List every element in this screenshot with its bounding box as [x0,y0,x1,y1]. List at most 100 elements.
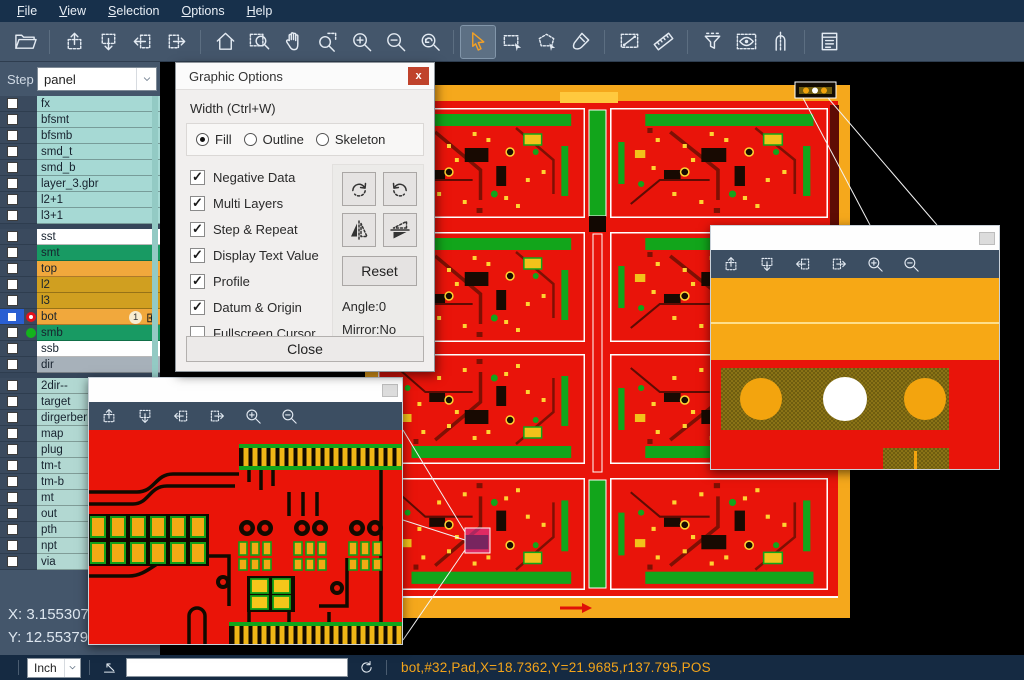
poly-select-icon[interactable] [529,26,563,58]
layer-row-top[interactable]: top [0,261,160,277]
layer-row-bot[interactable]: bot1⊞ [0,309,160,325]
layer-visibility-checkbox[interactable] [0,458,24,474]
measure-distance-icon[interactable] [612,26,646,58]
menu-selection[interactable]: Selection [97,0,170,22]
pan-right-icon[interactable] [827,253,851,275]
zoom-in-icon[interactable] [863,253,887,275]
pan-up-icon[interactable] [719,253,743,275]
chevron-down-icon[interactable] [136,68,156,90]
layer-row-bfsmb[interactable]: bfsmb [0,128,160,144]
layer-row-l3+1[interactable]: l3+1 [0,208,160,224]
layer-name[interactable]: l2+1 [37,192,160,208]
pan-right-icon[interactable] [205,405,229,427]
zoom-previous-icon[interactable] [412,26,446,58]
pan-left-icon[interactable] [169,405,193,427]
layer-name[interactable]: smt [37,245,160,261]
pan-up-icon[interactable] [57,26,91,58]
layer-visibility-checkbox[interactable] [0,309,24,325]
layer-visibility-checkbox[interactable] [0,229,24,245]
layer-visibility-checkbox[interactable] [0,522,24,538]
layer-visibility-checkbox[interactable] [0,176,24,192]
pan-down-icon[interactable] [91,26,125,58]
zoom-window-icon[interactable] [242,26,276,58]
rotate-ccw-button[interactable] [383,172,417,206]
corner-snap-icon[interactable] [98,657,122,679]
layer-name[interactable]: smd_b [37,160,160,176]
zoom-preview-window-left[interactable] [88,377,403,645]
layer-row-smb[interactable]: smb [0,325,160,341]
zoom-preview-window-right[interactable] [710,225,1000,470]
layer-visibility-checkbox[interactable] [0,474,24,490]
layer-row-smd_t[interactable]: smd_t [0,144,160,160]
zoom-in-icon[interactable] [344,26,378,58]
preview-title-bar[interactable] [89,378,402,402]
layer-name[interactable]: bfsmt [37,112,160,128]
layer-name[interactable]: fx [37,96,160,112]
layer-name[interactable]: smb [37,325,160,341]
zoom-out-icon[interactable] [277,405,301,427]
layer-visibility-checkbox[interactable] [0,378,24,394]
layer-visibility-checkbox[interactable] [0,160,24,176]
layer-visibility-checkbox[interactable] [0,394,24,410]
clean-brush-icon[interactable] [563,26,597,58]
zoom-out-icon[interactable] [378,26,412,58]
layer-visibility-checkbox[interactable] [0,208,24,224]
pcb-zoom-view-left[interactable] [89,430,402,644]
checkbox-box[interactable]: ✓ [190,274,205,289]
trace-uturn-icon[interactable] [763,26,797,58]
menu-options[interactable]: Options [170,0,235,22]
layer-name[interactable]: ssb [37,341,160,357]
layer-visibility-checkbox[interactable] [0,144,24,160]
filter-icon[interactable] [695,26,729,58]
layer-visibility-checkbox[interactable] [0,112,24,128]
layer-row-l3[interactable]: l3 [0,293,160,309]
layer-name[interactable]: smd_t [37,144,160,160]
layer-name[interactable]: top [37,261,160,277]
checkbox-box[interactable]: ✓ [190,248,205,263]
zoom-dynamic-icon[interactable] [310,26,344,58]
layer-row-smd_b[interactable]: smd_b [0,160,160,176]
view-eye-icon[interactable] [729,26,763,58]
layer-row-layer_3.gbr[interactable]: layer_3.gbr [0,176,160,192]
layer-visibility-checkbox[interactable] [0,325,24,341]
layer-name[interactable]: l2 [37,277,160,293]
layer-name[interactable]: layer_3.gbr [37,176,160,192]
layer-visibility-checkbox[interactable] [0,293,24,309]
preview-menu-button[interactable] [979,232,995,245]
pan-down-icon[interactable] [133,405,157,427]
checkbox-datum-origin[interactable]: ✓Datum & Origin [190,294,332,320]
layer-name[interactable]: bfsmb [37,128,160,144]
zoom-out-icon[interactable] [899,253,923,275]
rotate-cw-button[interactable] [342,172,376,206]
pan-hand-icon[interactable] [276,26,310,58]
preview-menu-button[interactable] [382,384,398,397]
menu-file[interactable]: File [6,0,48,22]
checkbox-box[interactable]: ✓ [190,300,205,315]
chevron-down-icon[interactable] [64,659,80,677]
layer-visibility-checkbox[interactable] [0,245,24,261]
radio-fill[interactable]: Fill [196,132,232,147]
layer-name[interactable]: dir [37,357,160,373]
flip-horizontal-button[interactable] [342,213,376,247]
unit-select[interactable]: Inch [27,658,81,678]
layer-row-sst[interactable]: sst [0,229,160,245]
layer-visibility-checkbox[interactable] [0,341,24,357]
layer-visibility-checkbox[interactable] [0,96,24,112]
layer-visibility-checkbox[interactable] [0,357,24,373]
pan-right-icon[interactable] [159,26,193,58]
checkbox-box[interactable]: ✓ [190,170,205,185]
layer-row-fx[interactable]: fx [0,96,160,112]
layer-row-l2+1[interactable]: l2+1 [0,192,160,208]
radio-skeleton[interactable]: Skeleton [316,132,386,147]
ruler-icon[interactable] [646,26,680,58]
layer-visibility-checkbox[interactable] [0,490,24,506]
close-icon[interactable]: x [408,67,429,85]
step-select[interactable]: panel [37,67,157,91]
layer-visibility-checkbox[interactable] [0,128,24,144]
layer-name[interactable]: bot1⊞ [37,309,160,325]
select-arrow-icon[interactable] [461,26,495,58]
layer-row-ssb[interactable]: ssb [0,341,160,357]
dialog-title-bar[interactable]: Graphic Options x [176,63,434,90]
report-icon[interactable] [812,26,846,58]
checkbox-step-repeat[interactable]: ✓Step & Repeat [190,216,332,242]
